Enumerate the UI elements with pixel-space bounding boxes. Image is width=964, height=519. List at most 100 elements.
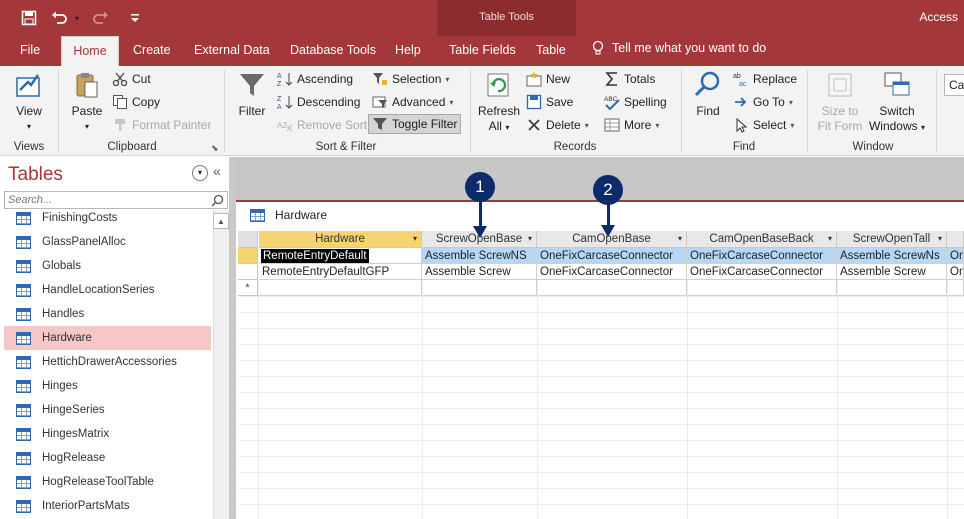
tab-table[interactable]: Table	[536, 42, 566, 66]
save-record-button[interactable]: Save	[526, 94, 573, 110]
selection-button[interactable]: Selection ▾	[372, 71, 449, 87]
nav-item-table[interactable]: HogReleaseToolTable	[4, 470, 211, 494]
new-record-cell[interactable]	[537, 280, 687, 296]
nav-scrollbar[interactable]	[213, 210, 229, 519]
filter-dropdown-icon[interactable]: ▾	[413, 231, 417, 247]
record-selector[interactable]	[238, 264, 258, 280]
scroll-up-arrow-icon[interactable]: ▲	[213, 213, 229, 229]
table-cell[interactable]: Assemble ScrewNs	[837, 248, 947, 264]
paintbrush-icon	[115, 119, 125, 131]
new-record-cell[interactable]	[422, 280, 537, 296]
svg-text:Z: Z	[277, 81, 282, 87]
tab-file[interactable]: File	[20, 42, 40, 66]
toggle-filter-button[interactable]: Toggle Filter	[368, 114, 462, 134]
undo-icon[interactable]	[48, 8, 72, 28]
replace-icon: abac	[733, 73, 747, 87]
nav-item-table[interactable]: HogRelease	[4, 446, 211, 470]
table-cell[interactable]: Assemble Screw	[837, 264, 947, 280]
copy-button[interactable]: Copy	[112, 94, 160, 110]
table-cell[interactable]: OneFixCarcaseConnector	[687, 264, 837, 280]
switch-windows-button[interactable]: Switch Windows ▾	[866, 70, 928, 135]
table-cell[interactable]: OneFixCarcaseConnector	[687, 248, 837, 264]
new-record-cell[interactable]	[259, 280, 422, 296]
column-dropdown-icon[interactable]: ▾	[938, 231, 942, 247]
column-dropdown-icon[interactable]: ▾	[828, 231, 832, 247]
new-record-marker[interactable]: *	[238, 280, 258, 296]
group-separator	[936, 70, 937, 152]
table-cell[interactable]: OneFixCarcaseConnector	[537, 248, 687, 264]
spelling-label: Spelling	[624, 95, 667, 109]
record-selector[interactable]	[238, 248, 258, 264]
tab-home[interactable]: Home	[61, 36, 119, 66]
advanced-button[interactable]: Advanced ▾	[372, 94, 453, 110]
find-button[interactable]: Find	[690, 70, 726, 119]
collapse-pane-icon[interactable]: «	[213, 163, 221, 179]
table-cell[interactable]: Assemble ScrewNS	[422, 248, 537, 264]
select-all-corner[interactable]	[238, 231, 258, 248]
new-record-button[interactable]: New	[526, 71, 570, 87]
nav-item-table[interactable]: GlassPanelAlloc	[4, 230, 211, 254]
new-record-cell[interactable]	[947, 280, 964, 296]
nav-item-table[interactable]: HingesMatrix	[4, 422, 211, 446]
table-cell[interactable]: RemoteEntryDefaultGFP	[259, 264, 422, 280]
nav-item-table[interactable]: Hardware	[4, 326, 211, 350]
nav-item-table[interactable]: FinishingCosts	[4, 210, 211, 230]
cursor-icon	[736, 117, 748, 133]
nav-menu-chevron-icon[interactable]: ▾	[192, 165, 208, 181]
nav-search-input[interactable]	[5, 192, 205, 208]
search-icon[interactable]	[211, 194, 224, 207]
spelling-button[interactable]: ABC Spelling	[604, 94, 667, 110]
refresh-all-button[interactable]: Refresh All ▾	[478, 70, 520, 135]
table-cell[interactable]: OneFixCarcaseConnector	[537, 264, 687, 280]
replace-button[interactable]: ab ac Replace	[733, 71, 797, 87]
ascending-button[interactable]: AZ Ascending	[277, 71, 353, 87]
nav-item-table[interactable]: Hinges	[4, 374, 211, 398]
nav-item-table[interactable]: Globals	[4, 254, 211, 278]
column-header[interactable]: ScrewOpenTall ▾	[837, 231, 947, 248]
filter-button[interactable]: Filter	[235, 70, 269, 119]
select-button[interactable]: Select ▾	[733, 117, 794, 133]
grid-line	[238, 504, 964, 505]
customize-icon[interactable]	[128, 8, 142, 28]
descending-button[interactable]: ZA Descending	[277, 94, 360, 110]
column-header[interactable]: Hardware ▾	[259, 231, 422, 248]
cut-button[interactable]: Cut	[112, 71, 151, 87]
tell-me-box[interactable]: Tell me what you want to do	[592, 40, 766, 56]
records-group-label: Records	[553, 141, 597, 153]
paste-button[interactable]: Paste ▾	[68, 70, 106, 134]
new-record-label: New	[546, 72, 571, 86]
column-dropdown-icon[interactable]: ▾	[528, 231, 532, 247]
delete-record-button[interactable]: Delete ▾	[526, 117, 589, 133]
undo-dropdown-icon[interactable]: ▾	[72, 8, 82, 28]
font-name-box[interactable]: Ca	[944, 74, 964, 96]
table-cell[interactable]: Assemble Screw	[422, 264, 537, 280]
new-record-cell[interactable]	[687, 280, 837, 296]
table-icon	[16, 331, 31, 345]
ascending-label: Ascending	[297, 72, 354, 86]
tab-create[interactable]: Create	[133, 42, 171, 66]
clipboard-launcher-icon[interactable]: ⬊	[211, 143, 219, 154]
tab-database-tools[interactable]: Database Tools	[290, 42, 376, 66]
table-cell[interactable]: On	[947, 264, 964, 280]
nav-item-table[interactable]: HandleLocationSeries	[4, 278, 211, 302]
view-icon	[16, 74, 40, 97]
more-button[interactable]: More ▾	[604, 117, 659, 133]
tab-external-data[interactable]: External Data	[194, 42, 270, 66]
column-header[interactable]: CamOpenBaseBack ▾	[687, 231, 837, 248]
tab-table-fields[interactable]: Table Fields	[449, 42, 516, 66]
save-icon[interactable]	[18, 8, 40, 28]
tab-help[interactable]: Help	[395, 42, 421, 66]
view-button[interactable]: View ▾	[10, 70, 48, 134]
totals-button[interactable]: Totals	[604, 71, 655, 87]
nav-item-table[interactable]: HingeSeries	[4, 398, 211, 422]
nav-item-table[interactable]: HettichDrawerAccessories	[4, 350, 211, 374]
goto-button[interactable]: Go To ▾	[733, 94, 793, 110]
new-record-cell[interactable]	[837, 280, 947, 296]
tell-me-label: Tell me what you want to do	[612, 41, 767, 55]
active-cell-editor[interactable]: RemoteEntryDefault	[261, 249, 369, 263]
table-cell[interactable]: On	[947, 248, 964, 264]
column-dropdown-icon[interactable]: ▾	[678, 231, 682, 247]
document-tab[interactable]: Hardware	[250, 208, 327, 222]
nav-item-table[interactable]: Handles	[4, 302, 211, 326]
nav-item-table[interactable]: InteriorPartsMats	[4, 494, 211, 518]
